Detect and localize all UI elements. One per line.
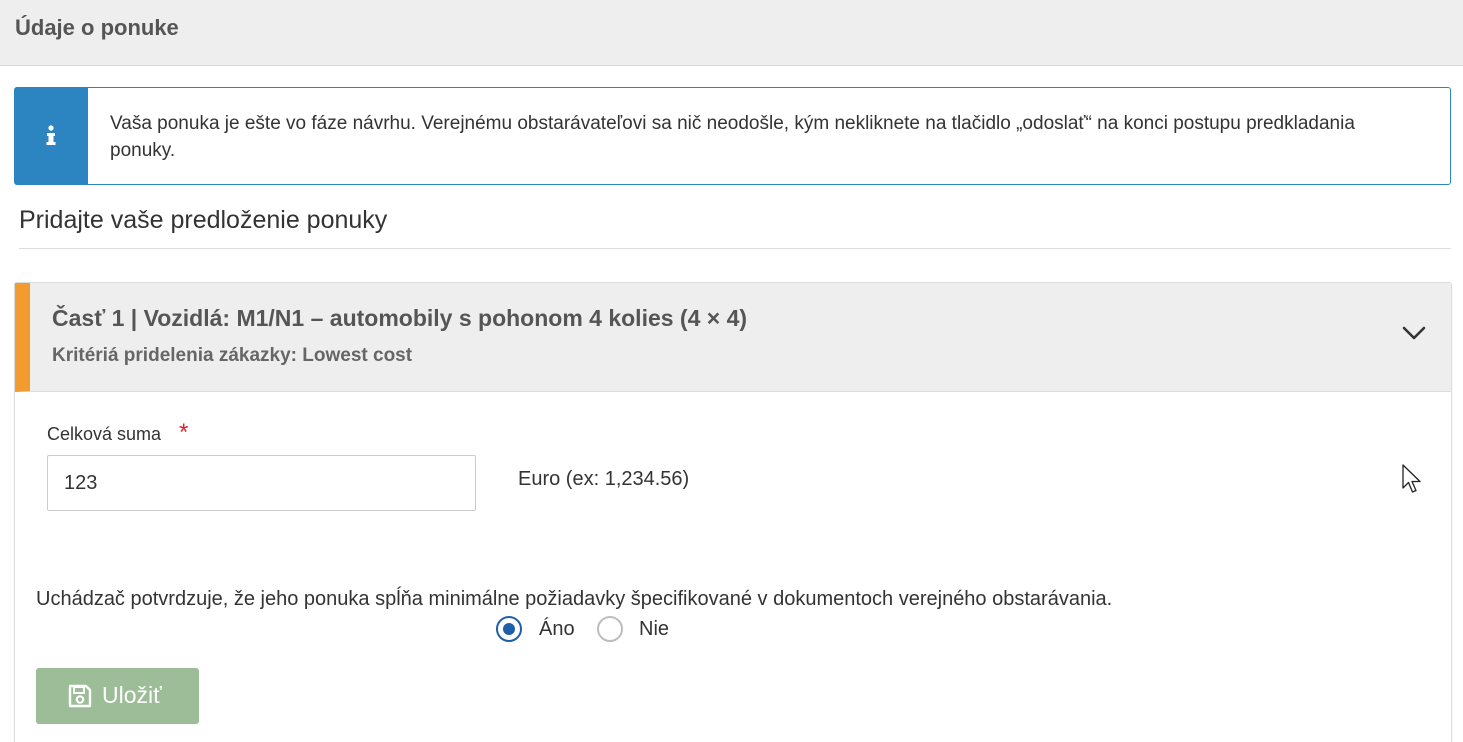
lot-title: Časť 1 | Vozidlá: M1/N1 – automobily s p… [52,305,748,331]
info-icon-column [15,88,88,184]
chevron-down-icon[interactable] [1402,325,1426,341]
radio-no-label[interactable]: Nie [639,618,669,641]
lot-panel: Časť 1 | Vozidlá: M1/N1 – automobily s p… [14,282,1452,742]
page-title: Údaje o ponuke [15,15,179,40]
confirmation-text: Uchádzač potvrdzuje, že jeho ponuka spĺň… [36,588,1113,610]
page-header: Údaje o ponuke [0,0,1463,66]
section-heading: Pridajte vaše predloženie ponuky [19,206,388,234]
radio-no[interactable] [597,616,623,642]
info-icon [46,125,56,145]
amount-unit-hint: Euro (ex: 1,234.56) [518,468,690,490]
required-marker: * [179,419,189,446]
radio-yes-label[interactable]: Áno [539,618,575,641]
radio-yes[interactable] [496,616,522,642]
floppy-disk-icon [68,684,92,708]
section-divider [19,248,1451,249]
amount-input[interactable] [47,455,476,511]
mouse-pointer-icon [1402,464,1421,493]
info-alert: Vaša ponuka je ešte vo fáze návrhu. Vere… [14,87,1451,185]
lot-criteria: Kritériá pridelenia zákazky: Lowest cost [52,345,413,366]
save-button-label: Uložiť [102,682,162,708]
lot-header[interactable]: Časť 1 | Vozidlá: M1/N1 – automobily s p… [15,283,1451,392]
amount-label: Celková suma [47,424,162,444]
save-button[interactable]: Uložiť [36,668,199,724]
info-message: Vaša ponuka je ešte vo fáze návrhu. Vere… [110,113,1355,161]
